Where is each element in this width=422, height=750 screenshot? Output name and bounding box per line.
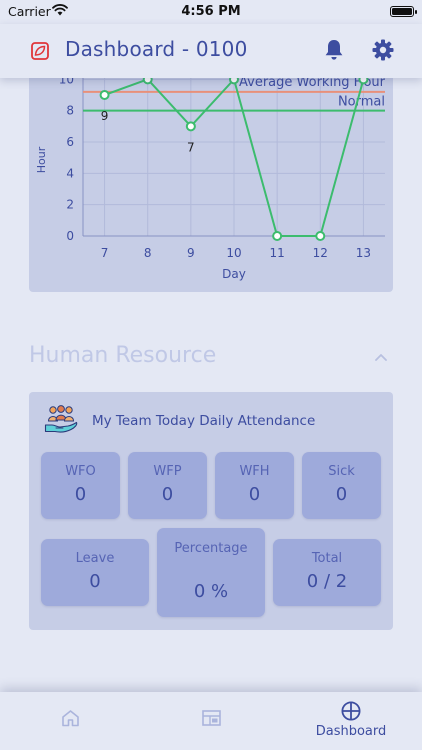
- stat-label: Sick: [328, 464, 355, 479]
- y-tick-label: 0: [66, 229, 74, 243]
- home-icon[interactable]: [61, 709, 80, 727]
- stat-tile-wfh: WFH 0: [215, 452, 294, 519]
- board-icon[interactable]: [202, 710, 221, 726]
- app-logo-icon: [31, 42, 49, 60]
- y-axis-label: Hour: [35, 146, 48, 173]
- data-point: [315, 231, 326, 241]
- x-tick-label: 11: [270, 246, 285, 260]
- notification-bell-icon[interactable]: [323, 38, 345, 62]
- stat-label: WFP: [153, 464, 182, 479]
- stat-value: 0: [74, 484, 87, 505]
- x-tick-label: 8: [144, 246, 152, 260]
- x-tick-label: 7: [101, 246, 109, 260]
- x-tick-label: 12: [313, 246, 328, 260]
- stat-label: Total: [311, 551, 343, 566]
- stat-value: 0: [248, 484, 261, 505]
- stat-tile-leave: Leave 0: [41, 539, 149, 606]
- settings-gear-icon[interactable]: [371, 38, 395, 62]
- data-label: 9: [101, 109, 109, 123]
- stat-label: Percentage: [174, 541, 248, 556]
- stat-tile-total: Total 0 / 2: [273, 539, 381, 606]
- x-tick-label: 13: [356, 246, 371, 260]
- line-chart: 02468101278910111213DayHourAverage Worki…: [35, 70, 386, 281]
- stat-label: WFH: [239, 464, 270, 479]
- stat-tile-wfo: WFO 0: [41, 452, 120, 519]
- stat-value: 0 / 2: [306, 571, 348, 592]
- stat-tile-wfp: WFP 0: [128, 452, 207, 519]
- y-tick-label: 8: [66, 104, 74, 118]
- attendance-card: My Team Today Daily Attendance WFO 0 WFP…: [29, 392, 393, 630]
- dashboard-icon[interactable]: [341, 701, 361, 721]
- working-hour-chart: 02468101278910111213DayHourAverage Worki…: [29, 70, 393, 292]
- stat-value: 0: [161, 484, 174, 505]
- page-title: Dashboard - 0100: [65, 37, 248, 61]
- stat-value: 0 %: [193, 581, 229, 602]
- status-time: 4:56 PM: [181, 4, 241, 19]
- y-tick-label: 4: [66, 166, 74, 180]
- stat-tile-sick: Sick 0: [302, 452, 381, 519]
- reference-label: Normal: [338, 95, 385, 110]
- chevron-up-icon[interactable]: [374, 352, 388, 362]
- y-tick-label: 6: [66, 135, 74, 149]
- data-point: [272, 231, 283, 241]
- data-point: [99, 90, 110, 100]
- stat-label: WFO: [65, 464, 96, 479]
- bottom-nav: Dashboard: [0, 692, 422, 750]
- data-label: 7: [187, 140, 195, 154]
- x-tick-label: 9: [187, 246, 195, 260]
- x-axis-label: Day: [222, 267, 246, 281]
- attendance-card-title: My Team Today Daily Attendance: [92, 413, 316, 429]
- y-tick-label: 2: [66, 198, 74, 212]
- data-point: [185, 121, 196, 132]
- status-bar: Carrier 4:56 PM: [0, 0, 422, 24]
- team-hand-icon: [44, 405, 78, 433]
- section-title-human-resource: Human Resource: [29, 343, 217, 368]
- x-tick-label: 10: [226, 246, 241, 260]
- stat-value: 0: [335, 484, 348, 505]
- nav-dashboard-label[interactable]: Dashboard: [300, 724, 402, 739]
- stat-value: 0: [89, 571, 101, 592]
- stat-tile-percentage: Percentage 0 %: [157, 528, 265, 617]
- stat-label: Leave: [75, 551, 115, 566]
- app-bar: Dashboard - 0100: [0, 24, 422, 78]
- battery-icon: [390, 6, 417, 17]
